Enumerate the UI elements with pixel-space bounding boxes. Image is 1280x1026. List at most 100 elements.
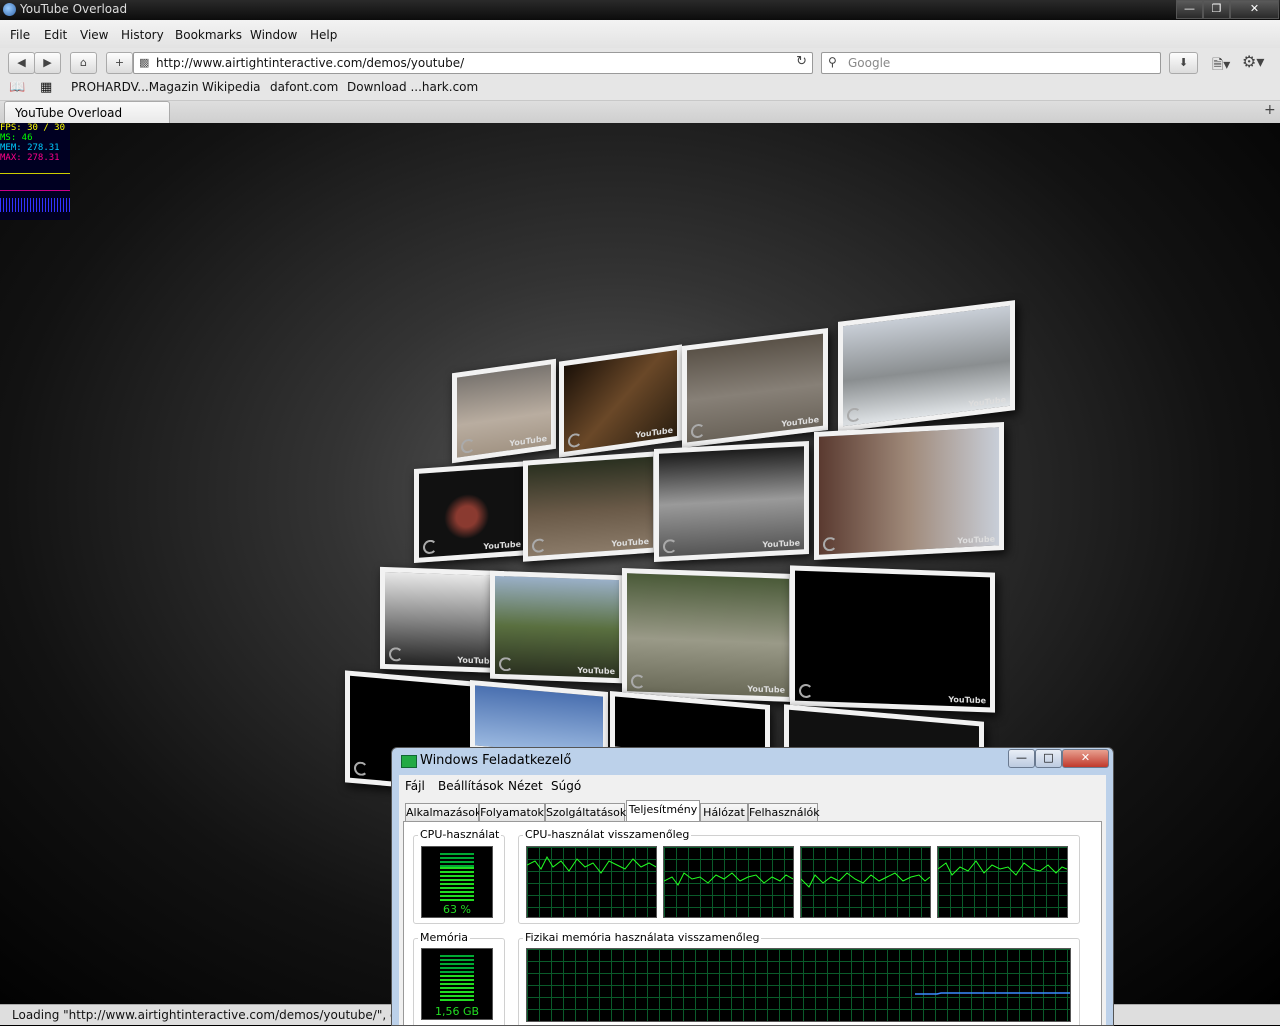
browser-icon <box>3 3 16 16</box>
url-text: http://www.airtightinteractive.com/demos… <box>156 56 465 70</box>
youtube-logo: YouTube <box>509 433 547 449</box>
forward-button[interactable]: ▶ <box>34 52 61 74</box>
window-title: YouTube Overload <box>20 2 128 16</box>
home-icon: ⌂ <box>80 56 87 69</box>
replay-icon <box>423 539 437 555</box>
menu-help[interactable]: Help <box>310 28 337 42</box>
top-sites-grid-icon[interactable]: ▦ <box>40 80 52 95</box>
replay-icon <box>532 538 546 554</box>
video-tile[interactable]: YouTube <box>814 422 1004 560</box>
video-tile[interactable]: YouTube <box>790 565 995 713</box>
tab-processes[interactable]: Folyamatok <box>479 803 545 822</box>
tab-services[interactable]: Szolgáltatások <box>545 803 626 822</box>
window-title-bar: YouTube Overload — ❐ ✕ <box>0 0 1280 20</box>
cpu-core-graph-3 <box>800 846 931 918</box>
replay-icon <box>663 538 677 554</box>
search-placeholder: Google <box>848 56 891 70</box>
youtube-logo: YouTube <box>762 538 800 550</box>
cpu-core-graph-4 <box>937 846 1068 918</box>
tab-performance[interactable]: Teljesítmény <box>626 800 700 822</box>
memory-gauge-fill <box>440 975 474 1003</box>
reload-icon[interactable]: ↻ <box>796 54 807 69</box>
replay-icon <box>823 536 837 552</box>
replay-icon <box>389 647 403 662</box>
replay-icon <box>568 432 582 449</box>
tm-close-button[interactable]: ✕ <box>1062 749 1109 768</box>
video-tile[interactable]: YouTube <box>523 451 658 562</box>
replay-icon <box>499 656 513 672</box>
new-tab-button[interactable]: + <box>106 52 133 74</box>
video-tile[interactable]: YouTube <box>414 460 530 564</box>
tm-menu-help[interactable]: Súgó <box>551 779 581 793</box>
bookmark-download[interactable]: Download ...hark.com <box>347 80 478 94</box>
menu-history[interactable]: History <box>121 28 164 42</box>
search-input[interactable]: ⚲ Google <box>821 52 1161 74</box>
task-manager-window: Windows Feladatkezelő — □ ✕ Fájl Beállít… <box>391 747 1114 1026</box>
youtube-logo: YouTube <box>611 536 649 549</box>
replay-icon <box>461 438 475 455</box>
replay-icon <box>631 674 645 689</box>
bookmark-dafont[interactable]: dafont.com <box>270 80 338 94</box>
download-icon: ⬇ <box>1178 56 1189 69</box>
cpu-usage-value: 63 % <box>443 903 471 916</box>
video-tile[interactable]: YouTube <box>559 344 682 458</box>
menu-bookmarks[interactable]: Bookmarks <box>175 28 242 42</box>
bookmarks-bar: 📖 ▦ PROHARDV...Magazin Wikipedia dafont.… <box>0 76 1280 101</box>
youtube-logo: YouTube <box>483 539 521 552</box>
cpu-core-graph-1 <box>526 846 657 918</box>
cpu-core-line-4 <box>937 860 1068 876</box>
tab-users[interactable]: Felhasználók <box>748 803 820 822</box>
menu-window[interactable]: Window <box>250 28 297 42</box>
tm-menu-view[interactable]: Nézet <box>508 779 543 793</box>
tm-menu-file[interactable]: Fájl <box>405 779 425 793</box>
downloads-button[interactable]: ⬇ <box>1169 52 1198 74</box>
replay-icon <box>799 683 813 699</box>
back-button[interactable]: ◀ <box>8 52 35 74</box>
bookmarks-book-icon[interactable]: 📖 <box>9 80 25 95</box>
gear-icon[interactable]: ⚙▾ <box>1242 52 1264 71</box>
menu-file[interactable]: File <box>10 28 30 42</box>
performance-panel: CPU-használat 63 % CPU-használat visszam… <box>403 821 1102 1025</box>
address-bar[interactable]: ▩ http://www.airtightinteractive.com/dem… <box>133 52 813 74</box>
bookmark-prohardver[interactable]: PROHARDV...Magazin <box>71 80 199 94</box>
menu-bar: File Edit View History Bookmarks Window … <box>0 20 1280 48</box>
new-tab-plus-icon[interactable]: + <box>1264 102 1276 118</box>
plus-icon: + <box>114 56 125 69</box>
menu-edit[interactable]: Edit <box>44 28 67 42</box>
cpu-core-line-2 <box>663 872 794 886</box>
page-menu-icon[interactable]: 🗎▾ <box>1212 54 1230 78</box>
maximize-button[interactable]: ❐ <box>1203 0 1230 19</box>
video-tile[interactable]: YouTube <box>380 566 504 674</box>
video-tile[interactable]: YouTube <box>654 440 809 563</box>
bookmark-wikipedia[interactable]: Wikipedia <box>202 80 261 94</box>
task-manager-title: Windows Feladatkezelő <box>420 753 572 768</box>
youtube-logo: YouTube <box>577 665 615 677</box>
replay-icon <box>691 423 705 439</box>
task-manager-body: Alkalmazások Folyamatok Szolgáltatások T… <box>399 797 1106 1025</box>
video-tile[interactable]: YouTube <box>682 328 828 448</box>
video-tile[interactable]: YouTube <box>838 300 1015 432</box>
youtube-logo: YouTube <box>948 694 986 706</box>
tab-applications[interactable]: Alkalmazások <box>405 803 481 822</box>
minimize-button[interactable]: — <box>1176 0 1203 19</box>
close-button[interactable]: ✕ <box>1230 0 1279 19</box>
tab-bar: YouTube Overload + <box>0 101 1280 124</box>
video-tile[interactable]: YouTube <box>490 570 624 684</box>
tm-menu-options[interactable]: Beállítások <box>438 779 504 793</box>
replay-icon <box>847 407 861 423</box>
video-tile[interactable]: YouTube <box>452 358 556 464</box>
tab-networking[interactable]: Hálózat <box>700 803 748 822</box>
memory-history-graph <box>526 948 1071 1022</box>
tab-youtube-overload[interactable]: YouTube Overload <box>4 101 170 124</box>
cpu-core-line-1 <box>526 855 657 874</box>
menu-view[interactable]: View <box>80 28 108 42</box>
task-manager-menu-bar: Fájl Beállítások Nézet Súgó <box>399 775 1106 797</box>
home-button[interactable]: ⌂ <box>70 52 97 74</box>
search-icon: ⚲ <box>828 55 837 69</box>
youtube-logo: YouTube <box>781 415 819 429</box>
youtube-logo: YouTube <box>968 395 1006 409</box>
page-icon: ▩ <box>139 56 150 69</box>
tm-maximize-button[interactable]: □ <box>1035 749 1062 768</box>
video-tile[interactable]: YouTube <box>622 567 794 703</box>
tm-minimize-button[interactable]: — <box>1008 749 1035 768</box>
